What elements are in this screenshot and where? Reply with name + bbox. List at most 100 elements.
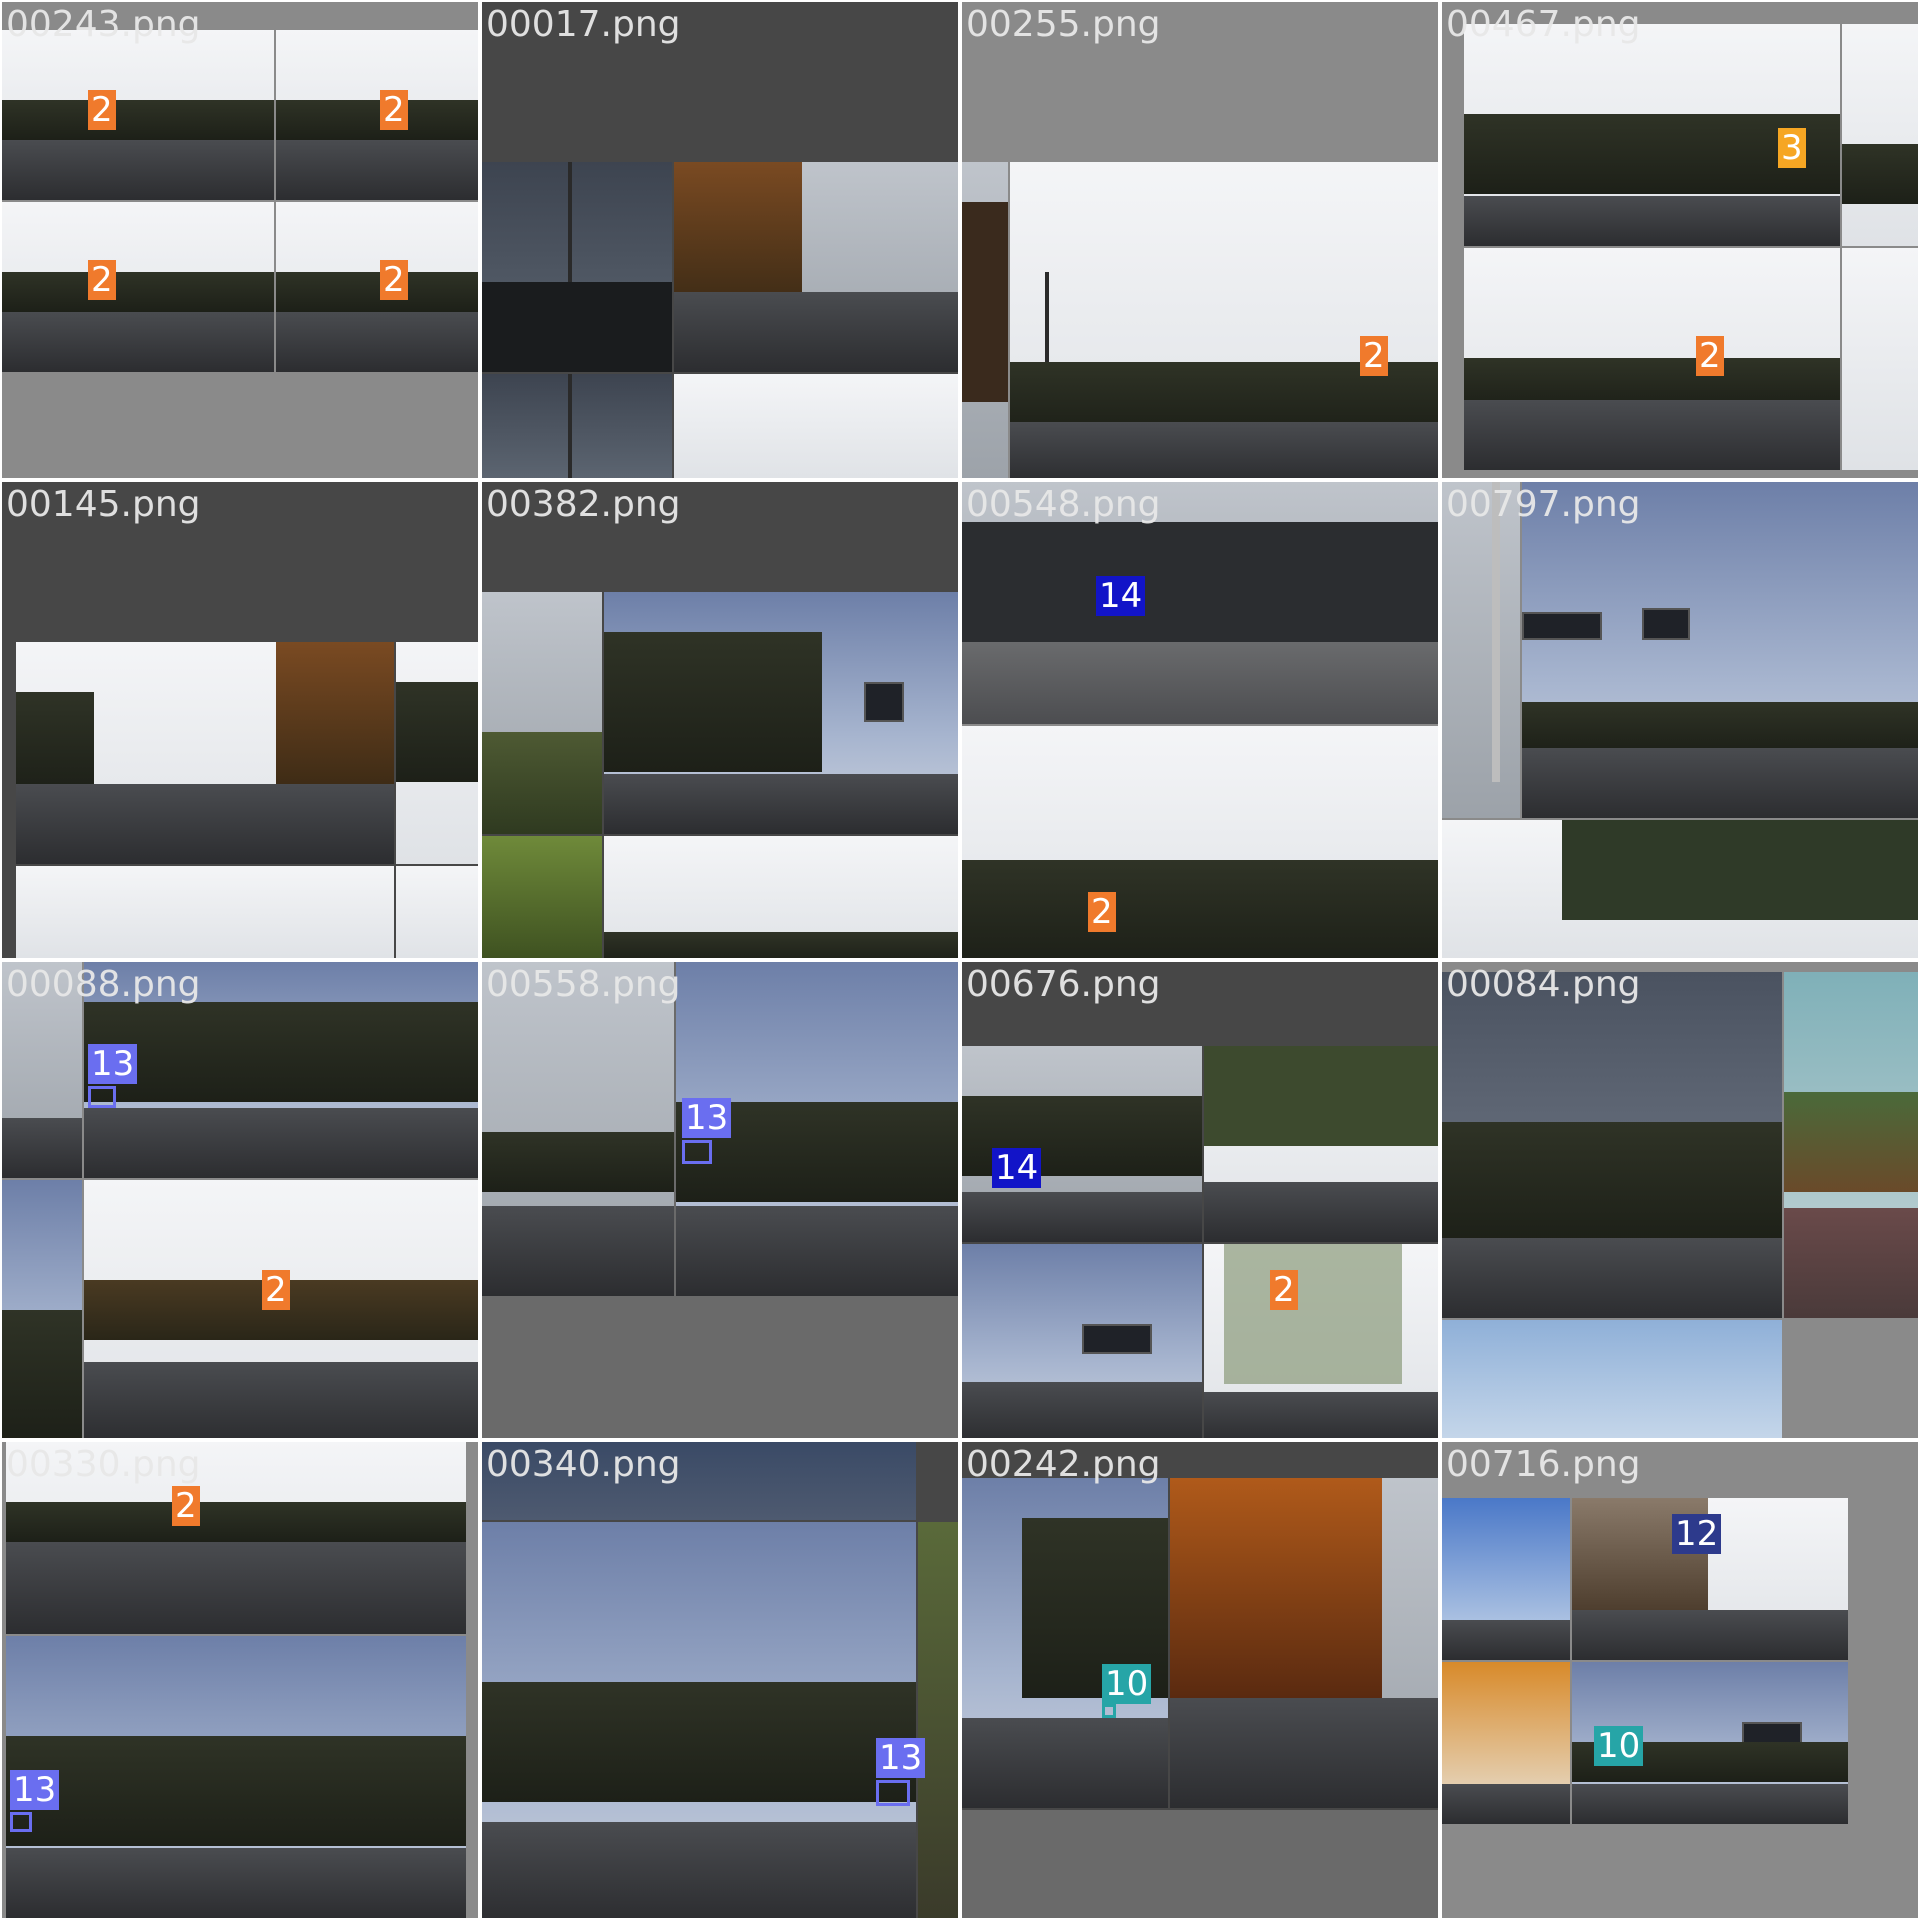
photo [482, 962, 674, 1296]
label-badge: 2 [88, 90, 116, 130]
tile-00242: 00242.png 10 [960, 1440, 1440, 1920]
filename-label: 00145.png [6, 484, 201, 525]
label-badge: 2 [88, 260, 116, 300]
label-badge: 3 [1778, 128, 1806, 168]
photo [16, 642, 394, 864]
tile-00243: 00243.png 2 2 2 2 [0, 0, 480, 480]
filename-label: 00330.png [6, 1444, 201, 1485]
photo [918, 1522, 958, 1918]
tile-00088: 00088.png 13 2 [0, 960, 480, 1440]
label-badge: 10 [1594, 1726, 1644, 1766]
photo [482, 374, 672, 478]
label-badge: 10 [1102, 1664, 1152, 1704]
tile-00340: 00340.png 13 [480, 1440, 960, 1920]
label-badge: 2 [172, 1486, 200, 1526]
photo [396, 642, 478, 864]
label-badge: 2 [1360, 336, 1388, 376]
photo [1442, 1498, 1570, 1660]
photo [1204, 1244, 1438, 1438]
photo [604, 592, 958, 834]
tile-00676: 00676.png 14 2 [960, 960, 1440, 1440]
label-badge: 13 [682, 1098, 732, 1138]
filename-label: 00088.png [6, 964, 201, 1005]
label-badge: 2 [380, 90, 408, 130]
photo [1784, 972, 1918, 1318]
bounding-box [88, 1086, 116, 1108]
filename-label: 00084.png [1446, 964, 1641, 1005]
photo [1442, 482, 1520, 818]
filename-label: 00716.png [1446, 1444, 1641, 1485]
photo [962, 1046, 1202, 1242]
tile-00255: 00255.png 2 [960, 0, 1440, 480]
photo [482, 162, 672, 372]
photo [1464, 248, 1840, 470]
photo [962, 1244, 1202, 1438]
photo [1442, 820, 1918, 958]
photo [1442, 1320, 1782, 1438]
tile-00382: 00382.png 10 [480, 480, 960, 960]
filename-label: 00676.png [966, 964, 1161, 1005]
photo [2, 30, 274, 200]
tile-00558: 00558.png 13 [480, 960, 960, 1440]
photo [1522, 482, 1918, 818]
photo [84, 1180, 478, 1438]
label-badge: 13 [10, 1770, 60, 1810]
photo [482, 836, 602, 958]
photo [1842, 24, 1918, 246]
label-badge: 13 [876, 1738, 926, 1778]
photo [1442, 972, 1782, 1318]
photo [962, 1810, 1438, 1918]
label-badge: 2 [1270, 1270, 1298, 1310]
label-badge: 2 [1696, 336, 1724, 376]
bounding-box [876, 1780, 910, 1806]
filename-label: 00017.png [486, 4, 681, 45]
photo [1442, 1662, 1570, 1824]
photo [1010, 162, 1438, 478]
label-badge: 2 [1088, 892, 1116, 932]
photo [962, 162, 1008, 478]
label-badge: 14 [1096, 576, 1146, 616]
tile-00716: 00716.png 12 10 [1440, 1440, 1920, 1920]
label-badge: 14 [992, 1148, 1042, 1188]
tile-00797: 00797.png [1440, 480, 1920, 960]
photo [962, 1478, 1168, 1808]
tile-00017: 00017.png [480, 0, 960, 480]
mosaic-grid: 00243.png 2 2 2 2 00017.png 00255.png 2 … [0, 0, 1920, 1920]
photo [1170, 1478, 1438, 1808]
filename-label: 00797.png [1446, 484, 1641, 525]
photo [16, 866, 394, 958]
label-badge: 13 [88, 1044, 138, 1084]
photo [276, 30, 478, 200]
filename-label: 00382.png [486, 484, 681, 525]
tile-00330: 00330.png 2 13 [0, 1440, 480, 1920]
bounding-box [10, 1812, 32, 1832]
filename-label: 00340.png [486, 1444, 681, 1485]
label-badge: 2 [380, 260, 408, 300]
tile-00084: 00084.png [1440, 960, 1920, 1440]
photo [1842, 248, 1918, 470]
filename-label: 00242.png [966, 1444, 1161, 1485]
tile-00548: 00548.png 14 2 [960, 480, 1440, 960]
label-badge: 2 [262, 1270, 290, 1310]
photo [482, 592, 602, 834]
photo [674, 374, 958, 478]
photo [276, 202, 478, 372]
filename-label: 00255.png [966, 4, 1161, 45]
label-badge: 12 [1672, 1514, 1722, 1554]
photo [1204, 1046, 1438, 1242]
photo [2, 1180, 82, 1438]
photo [482, 1522, 916, 1918]
photo [2, 202, 274, 372]
photo [604, 836, 958, 958]
tile-00467: 00467.png 3 2 [1440, 0, 1920, 480]
photo [396, 866, 478, 958]
filename-label: 00548.png [966, 484, 1161, 525]
filename-label: 00243.png [6, 4, 201, 45]
photo [6, 1636, 466, 1918]
filename-label: 00467.png [1446, 4, 1641, 45]
bounding-box [1102, 1704, 1116, 1718]
tile-00145: 00145.png [0, 480, 480, 960]
filename-label: 00558.png [486, 964, 681, 1005]
photo [674, 162, 958, 372]
bounding-box [682, 1140, 712, 1164]
